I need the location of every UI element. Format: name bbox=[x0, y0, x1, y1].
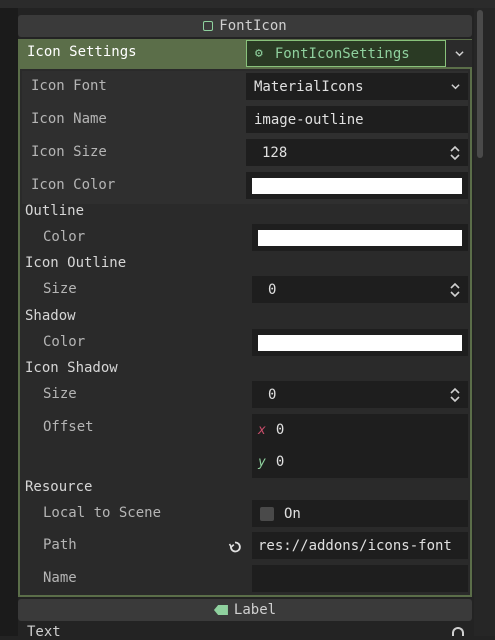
label-class-icon bbox=[213, 605, 228, 615]
shadow-color-swatch bbox=[258, 335, 462, 351]
text-property-label: Text bbox=[27, 624, 61, 640]
outline-group-label[interactable]: Outline bbox=[25, 203, 84, 219]
revert-icon[interactable] bbox=[228, 540, 242, 554]
icon-name-label: Icon Name bbox=[31, 111, 107, 127]
path-value: res://addons/icons-font bbox=[258, 537, 452, 554]
icon-settings-label: Icon Settings bbox=[27, 44, 137, 60]
icon-settings-resource-name: FontIconSettings bbox=[274, 45, 410, 62]
offset-x-value: 0 bbox=[275, 422, 285, 438]
fonticon-section-header[interactable]: FontIcon bbox=[18, 15, 472, 37]
fonticon-class-icon bbox=[203, 21, 214, 31]
outline-color-picker[interactable] bbox=[252, 224, 468, 251]
icon-color-swatch bbox=[252, 178, 462, 194]
icon-outline-group-label[interactable]: Icon Outline bbox=[25, 255, 126, 271]
outline-color-swatch bbox=[258, 230, 462, 246]
icon-outline-size-label: Size bbox=[43, 281, 77, 297]
x-axis-label: x bbox=[258, 422, 266, 438]
fonticon-section-title: FontIcon bbox=[219, 18, 287, 34]
icon-shadow-size-value: 0 bbox=[268, 386, 277, 403]
shadow-color-label: Color bbox=[43, 334, 86, 350]
name-input[interactable] bbox=[252, 565, 468, 592]
local-to-scene-checkbox[interactable]: On bbox=[252, 500, 468, 527]
shadow-group-label[interactable]: Shadow bbox=[25, 308, 76, 324]
icon-font-value: MaterialIcons bbox=[254, 78, 364, 95]
icon-shadow-size-label: Size bbox=[43, 386, 77, 402]
top-strip bbox=[0, 0, 495, 8]
label-section-header[interactable]: Label bbox=[18, 599, 472, 621]
icon-name-input[interactable]: image-outline bbox=[246, 106, 468, 133]
icon-settings-resource-field[interactable]: ⚙ FontIconSettings bbox=[246, 40, 446, 67]
local-to-scene-label: Local to Scene bbox=[43, 505, 162, 521]
gear-icon: ⚙ bbox=[255, 46, 263, 61]
chevron-down-icon bbox=[454, 51, 464, 57]
shadow-color-picker[interactable] bbox=[252, 329, 468, 356]
chevron-down-icon bbox=[451, 84, 460, 90]
icon-shadow-offset-label: Offset bbox=[43, 419, 94, 435]
offset-y-value: 0 bbox=[275, 454, 285, 470]
scrollbar-thumb[interactable] bbox=[477, 10, 483, 158]
local-to-scene-value: On bbox=[284, 505, 301, 522]
outline-color-label: Color bbox=[43, 229, 86, 245]
spin-arrows-icon[interactable] bbox=[450, 282, 460, 298]
resource-group-label[interactable]: Resource bbox=[25, 479, 92, 495]
checkbox-icon bbox=[260, 506, 274, 521]
icon-font-label: Icon Font bbox=[31, 78, 107, 94]
icon-size-label: Icon Size bbox=[31, 144, 107, 160]
icon-color-label: Icon Color bbox=[31, 177, 116, 193]
icon-name-value: image-outline bbox=[254, 111, 364, 128]
spin-arrows-icon[interactable] bbox=[450, 145, 460, 161]
left-gutter bbox=[0, 8, 18, 636]
icon-outline-size-value: 0 bbox=[268, 281, 277, 298]
name-label: Name bbox=[43, 570, 77, 586]
offset-x-field[interactable]: x 0 bbox=[252, 414, 468, 446]
icon-size-spinbox[interactable]: 128 bbox=[246, 139, 468, 166]
label-section-title: Label bbox=[233, 602, 277, 618]
path-input[interactable]: res://addons/icons-font bbox=[252, 532, 468, 559]
path-label: Path bbox=[43, 537, 77, 553]
offset-y-field[interactable]: y 0 bbox=[252, 446, 468, 478]
search-icon[interactable] bbox=[452, 627, 464, 636]
spin-arrows-icon[interactable] bbox=[450, 387, 460, 403]
icon-shadow-size-spinbox[interactable]: 0 bbox=[252, 381, 468, 408]
y-axis-label: y bbox=[258, 454, 266, 470]
icon-size-value: 128 bbox=[262, 144, 288, 161]
icon-font-select[interactable]: MaterialIcons bbox=[246, 73, 468, 100]
icon-shadow-group-label[interactable]: Icon Shadow bbox=[25, 360, 118, 376]
icon-outline-size-spinbox[interactable]: 0 bbox=[252, 276, 468, 303]
icon-settings-dropdown-button[interactable] bbox=[446, 40, 472, 67]
icon-color-picker[interactable] bbox=[246, 172, 468, 199]
